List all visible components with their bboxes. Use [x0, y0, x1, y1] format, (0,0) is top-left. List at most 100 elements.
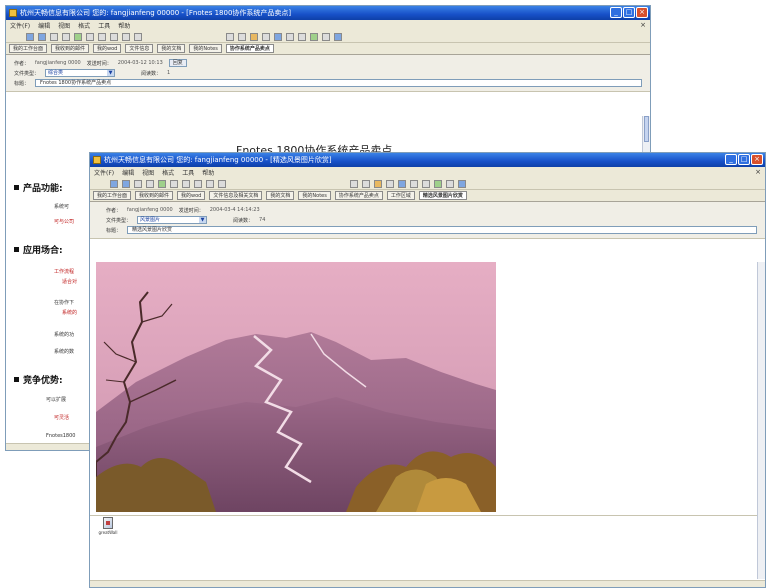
menu-view[interactable]: 视图	[58, 21, 70, 30]
back-menubar: 文件(F) 编辑 视图 格式 工具 帮助 ×	[6, 20, 650, 31]
menu-file[interactable]: 文件(F)	[10, 21, 30, 30]
author-value: fangjianfeng 0000	[35, 60, 81, 66]
attach-icon[interactable]	[334, 32, 342, 41]
list-icon[interactable]	[286, 32, 294, 41]
refresh-icon[interactable]	[74, 32, 82, 41]
tab-workbench[interactable]: 我的工作台面	[93, 191, 132, 200]
front-vertical-scrollbar[interactable]	[757, 262, 765, 579]
menu-file[interactable]: 文件(F)	[94, 168, 114, 177]
forward-icon[interactable]	[38, 32, 46, 41]
doc-close-icon[interactable]: ×	[755, 168, 761, 176]
color-icon[interactable]	[374, 179, 382, 188]
font-icon[interactable]	[262, 32, 270, 41]
forward-icon[interactable]	[122, 179, 130, 188]
tab-workbench[interactable]: 我的工作台面	[9, 44, 48, 53]
undo-icon[interactable]	[206, 179, 214, 188]
close-button[interactable]: ×	[751, 154, 763, 165]
menu-view[interactable]: 视图	[142, 168, 154, 177]
menu-format[interactable]: 格式	[78, 21, 90, 30]
minimize-button[interactable]: _	[725, 154, 737, 165]
close-button[interactable]: ×	[636, 7, 648, 18]
italic-icon[interactable]	[238, 32, 246, 41]
tab-my-notes[interactable]: 我的Notes	[298, 191, 331, 200]
back-icon[interactable]	[110, 179, 118, 188]
tab-inbox[interactable]: 我收到的邮件	[135, 191, 174, 200]
tab-my-notes[interactable]: 我的Notes	[189, 44, 222, 53]
delete-icon[interactable]	[134, 32, 142, 41]
print-icon[interactable]	[146, 179, 154, 188]
tab-file-info[interactable]: 文件信息及相关文档	[209, 191, 263, 200]
table-icon[interactable]	[422, 179, 430, 188]
tab-wod[interactable]: 我的wod	[93, 44, 122, 53]
front-titlebar[interactable]: 杭州天畅信息有限公司 您的: fangjianfeng 00000 - [精选风…	[90, 153, 765, 167]
refresh-icon[interactable]	[158, 179, 166, 188]
back-titlebar[interactable]: 杭州天畅信息有限公司 您的: fangjianfeng 00000 - [Fno…	[6, 6, 650, 20]
save-icon[interactable]	[50, 32, 58, 41]
menu-tools[interactable]: 工具	[98, 21, 110, 30]
font-icon[interactable]	[386, 179, 394, 188]
category-value: 风景图片	[140, 217, 161, 223]
back-icon[interactable]	[26, 32, 34, 41]
image-icon[interactable]	[310, 32, 318, 41]
delete-icon[interactable]	[218, 179, 226, 188]
paste-icon[interactable]	[110, 32, 118, 41]
category-select[interactable]: 风景图片 ▼	[137, 216, 208, 224]
cut-icon[interactable]	[170, 179, 178, 188]
paste-icon[interactable]	[194, 179, 202, 188]
menu-help[interactable]: 帮助	[202, 168, 214, 177]
attachment[interactable]: greatWall	[97, 517, 119, 535]
attachment-name: greatWall	[98, 530, 118, 535]
chevron-down-icon[interactable]: ▼	[199, 217, 207, 223]
chevron-down-icon[interactable]: ▼	[107, 70, 115, 76]
cut-icon[interactable]	[86, 32, 94, 41]
tab-workspace[interactable]: 工作区域	[386, 191, 415, 200]
copy-icon[interactable]	[98, 32, 106, 41]
front-menubar: 文件(F) 编辑 视图 格式 工具 帮助 ×	[90, 167, 765, 178]
subject-field[interactable]: Fnotes 1800协作系统产品卖点	[35, 79, 642, 87]
menu-edit[interactable]: 编辑	[38, 21, 50, 30]
menu-format[interactable]: 格式	[162, 168, 174, 177]
maximize-button[interactable]: □	[623, 7, 635, 18]
save-icon[interactable]	[134, 179, 142, 188]
section-scenarios: 应用场合:	[14, 243, 63, 256]
tab-file-info[interactable]: 文件信息	[125, 44, 154, 53]
list-icon[interactable]	[410, 179, 418, 188]
category-select[interactable]: 综合类 ▼	[45, 69, 116, 77]
print-icon[interactable]	[62, 32, 70, 41]
link-icon[interactable]	[446, 179, 454, 188]
tab-scenery[interactable]: 精选风景图片欣赏	[418, 191, 467, 200]
menu-tools[interactable]: 工具	[182, 168, 194, 177]
subject-field[interactable]: 精选风景图片欣赏	[127, 226, 757, 234]
app-icon	[9, 9, 17, 17]
tab-inbox[interactable]: 我收到的邮件	[51, 44, 90, 53]
italic-icon[interactable]	[362, 179, 370, 188]
count-value: 74	[259, 217, 266, 223]
bullet-item: 系统的数	[54, 349, 75, 355]
tab-my-docs[interactable]: 我的文档	[157, 44, 186, 53]
tab-product-points[interactable]: 协作系统产品卖点	[225, 44, 274, 53]
tab-my-docs[interactable]: 我的文档	[266, 191, 295, 200]
tab-wod[interactable]: 我的wod	[177, 191, 206, 200]
menu-edit[interactable]: 编辑	[122, 168, 134, 177]
scroll-thumb[interactable]	[644, 116, 649, 142]
color-icon[interactable]	[250, 32, 258, 41]
undo-icon[interactable]	[122, 32, 130, 41]
doc-close-icon[interactable]: ×	[640, 21, 646, 29]
reply-button[interactable]: 回复	[168, 59, 187, 67]
image-icon[interactable]	[434, 179, 442, 188]
link-icon[interactable]	[322, 32, 330, 41]
attach-icon[interactable]	[458, 179, 466, 188]
date-label: 发送时间：	[178, 207, 204, 214]
align-icon[interactable]	[274, 32, 282, 41]
bold-icon[interactable]	[350, 179, 358, 188]
minimize-button[interactable]: _	[610, 7, 622, 18]
table-icon[interactable]	[298, 32, 306, 41]
copy-icon[interactable]	[182, 179, 190, 188]
maximize-button[interactable]: □	[738, 154, 750, 165]
menu-help[interactable]: 帮助	[118, 21, 130, 30]
bold-icon[interactable]	[226, 32, 234, 41]
back-tabbar: 我的工作台面 我收到的邮件 我的wod 文件信息 我的文档 我的Notes 协作…	[6, 43, 650, 55]
align-icon[interactable]	[398, 179, 406, 188]
bullet-item: 可与公司	[54, 219, 75, 225]
tab-product-points[interactable]: 协作系统产品卖点	[334, 191, 383, 200]
